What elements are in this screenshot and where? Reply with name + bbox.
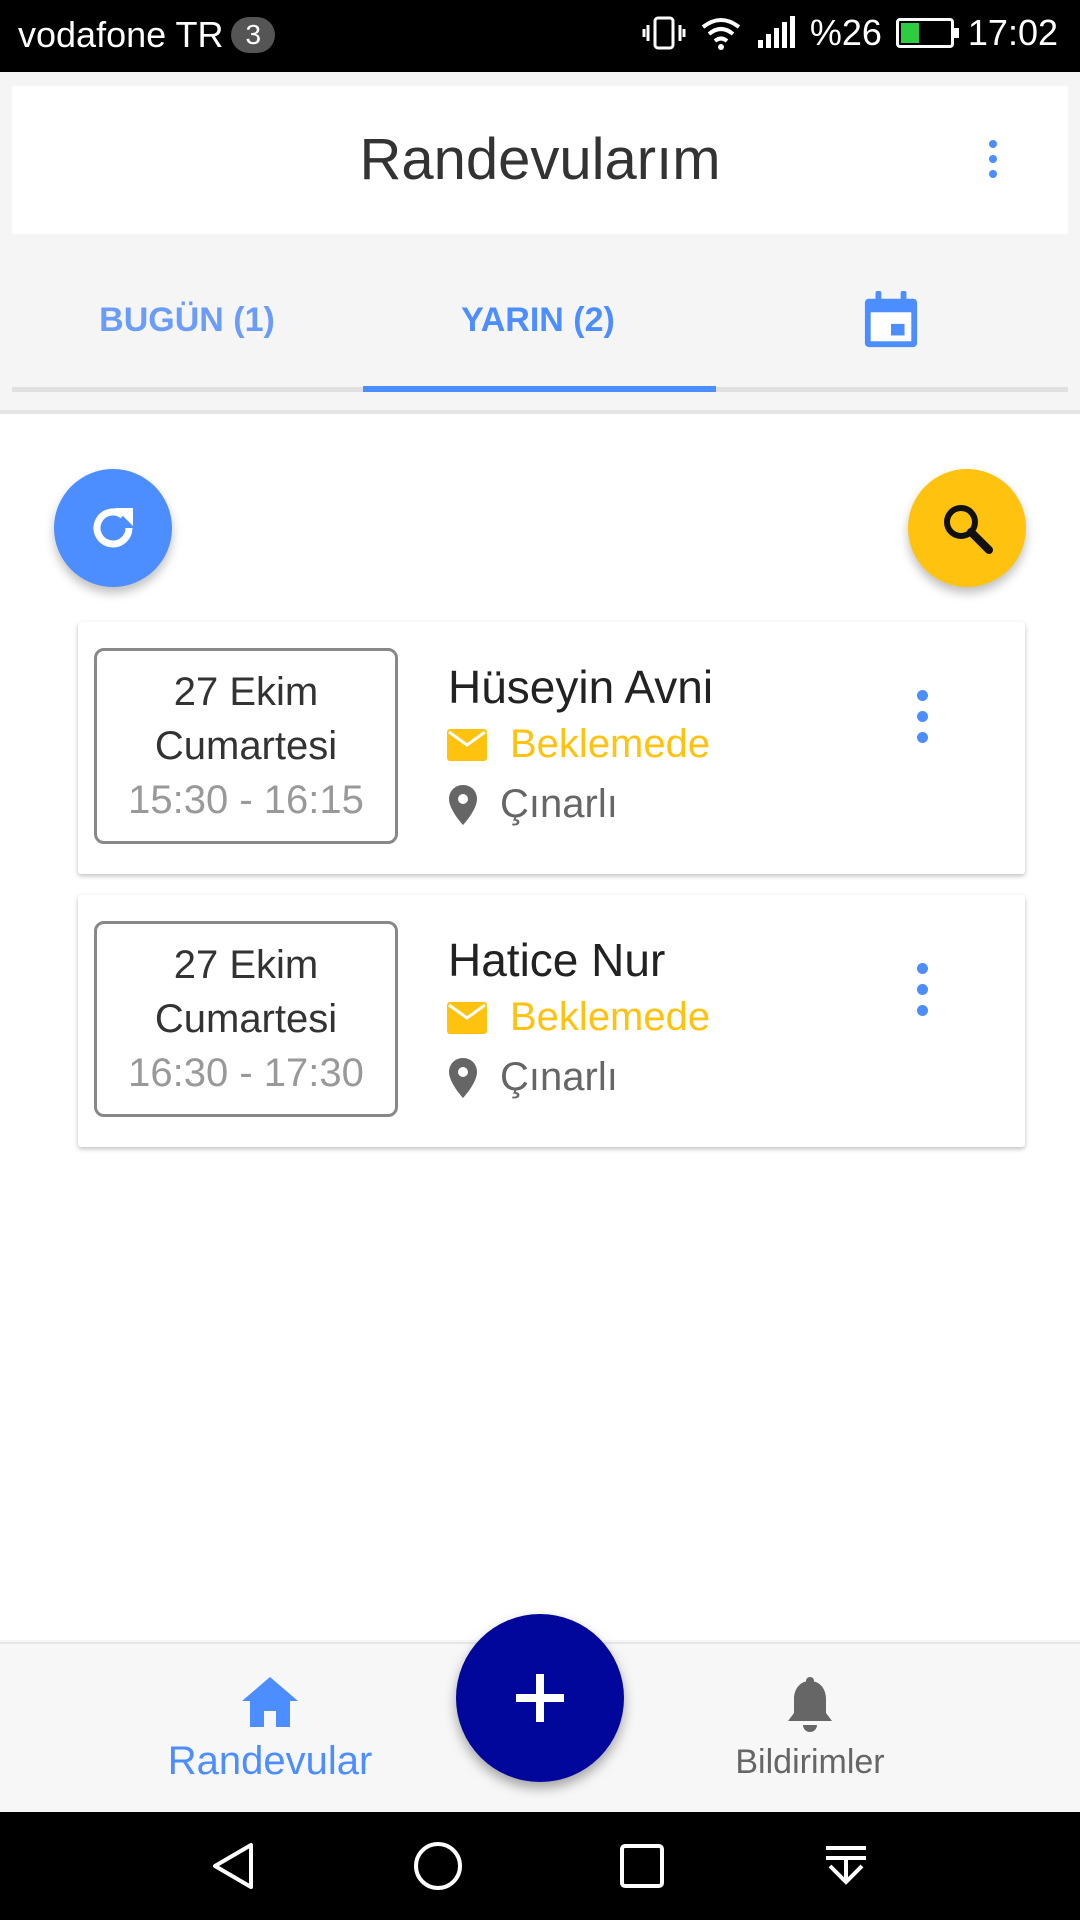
card-menu-icon[interactable] (915, 963, 929, 1026)
plus-icon (516, 1674, 564, 1722)
notifications-pulldown-button[interactable] (816, 1836, 876, 1896)
appointment-status: Beklemede (510, 995, 711, 1039)
sim-badge: 3 (231, 17, 276, 53)
tab-tomorrow-label: YARIN (2) (461, 300, 615, 339)
recents-icon (620, 1844, 664, 1888)
appointment-location: Çınarlı (500, 782, 618, 826)
location-pin-icon (449, 1057, 477, 1098)
mail-icon (447, 728, 487, 761)
add-appointment-button[interactable] (456, 1614, 624, 1782)
search-icon (944, 505, 993, 554)
location-row: Çınarlı (448, 782, 618, 827)
vibrate-icon (642, 16, 686, 50)
appointment-status: Beklemede (510, 722, 711, 766)
battery-percent: %26 (809, 12, 882, 53)
home-circle-icon (414, 1842, 462, 1890)
search-button[interactable] (908, 469, 1026, 587)
nav-appointments-label: Randevular (167, 1738, 373, 1783)
appointment-day: Cumartesi (154, 724, 338, 768)
battery-icon (895, 18, 959, 48)
overflow-menu-icon[interactable] (986, 140, 1000, 184)
home-icon (242, 1676, 298, 1727)
card-menu-icon[interactable] (915, 690, 929, 753)
pulldown-icon (826, 1846, 866, 1885)
tab-today[interactable]: BUGÜN (1) (12, 252, 362, 388)
status-bar: vodafone TR 3 %26 17:02 (0, 0, 1080, 72)
signal-icon (757, 16, 795, 48)
page-title: Randevularım (359, 127, 721, 192)
bell-icon (788, 1676, 832, 1732)
clock: 17:02 (967, 12, 1058, 53)
refresh-icon (93, 508, 133, 548)
appointments-list: 27 Ekim Cumartesi 15:30 - 16:15 Hüseyin … (0, 414, 1080, 1640)
appointment-time: 15:30 - 16:15 (128, 778, 364, 822)
wifi-icon (701, 18, 741, 50)
appointment-location: Çınarlı (500, 1055, 618, 1099)
nav-notifications[interactable]: Bildirimler (660, 1644, 960, 1814)
location-pin-icon (449, 784, 477, 825)
appointment-card[interactable]: 27 Ekim Cumartesi 16:30 - 17:30 Hatice N… (78, 895, 1025, 1147)
calendar-icon (864, 291, 918, 348)
tab-tomorrow[interactable]: YARIN (2) (362, 252, 714, 388)
carrier-info: vodafone TR 3 (18, 14, 276, 56)
client-name: Hüseyin Avni (448, 661, 714, 713)
appointment-time: 16:30 - 17:30 (128, 1051, 364, 1095)
tab-today-label: BUGÜN (1) (99, 300, 275, 339)
appointment-day: Cumartesi (154, 997, 338, 1041)
date-box: 27 Ekim Cumartesi 15:30 - 16:15 (94, 648, 398, 844)
nav-notifications-label: Bildirimler (735, 1742, 885, 1781)
appointment-date: 27 Ekim (173, 670, 319, 714)
carrier-name: vodafone TR (18, 14, 224, 55)
status-row: Beklemede (446, 995, 710, 1040)
tab-indicator (363, 386, 716, 392)
system-nav-bar (0, 1812, 1080, 1920)
app-bar: Randevularım (12, 86, 1068, 234)
nav-appointments[interactable]: Randevular (120, 1644, 420, 1814)
status-row: Beklemede (446, 722, 710, 767)
back-icon (213, 1843, 253, 1889)
date-box: 27 Ekim Cumartesi 16:30 - 17:30 (94, 921, 398, 1117)
back-button[interactable] (204, 1836, 264, 1896)
recents-button[interactable] (612, 1836, 672, 1896)
mail-icon (447, 1001, 487, 1034)
client-name: Hatice Nur (448, 934, 666, 986)
status-icons: %26 17:02 (642, 12, 1058, 54)
refresh-button[interactable] (54, 469, 172, 587)
home-button[interactable] (408, 1836, 468, 1896)
appointment-card[interactable]: 27 Ekim Cumartesi 15:30 - 16:15 Hüseyin … (78, 622, 1025, 874)
appointment-date: 27 Ekim (173, 943, 319, 987)
location-row: Çınarlı (448, 1055, 618, 1100)
tab-calendar[interactable] (714, 252, 1068, 388)
tab-bar: BUGÜN (1) YARIN (2) (12, 252, 1068, 392)
